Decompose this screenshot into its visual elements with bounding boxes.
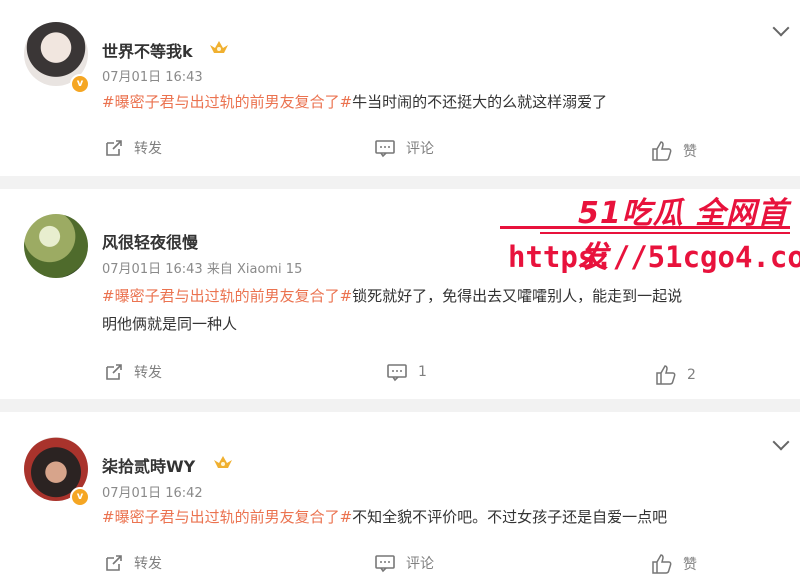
topic-link[interactable]: #曝密子君与出过轨的前男友复合了# bbox=[102, 93, 352, 111]
topic-link[interactable]: #曝密子君与出过轨的前男友复合了# bbox=[102, 508, 352, 526]
username[interactable]: 世界不等我k bbox=[102, 38, 193, 62]
comment-body: 锁死就好了，免得出去又嚯嚯别人，能走到一起说 bbox=[352, 287, 683, 305]
verified-badge-icon: v bbox=[70, 487, 90, 507]
post-source: 来自 Xiaomi 15 bbox=[206, 262, 303, 277]
post-timestamp: 07月01日 16:43 bbox=[102, 70, 203, 85]
like-label: 赞 bbox=[683, 557, 697, 573]
comment-label: 评论 bbox=[406, 556, 434, 572]
comment-text: #曝密子君与出过轨的前男友复合了#牛当时闹的不还挺大的么就这样溺爱了 bbox=[102, 88, 607, 116]
more-chevron-down-icon[interactable] bbox=[772, 19, 790, 37]
comment-body: 不知全貌不评价吧。不过女孩子还是自爱一点吧 bbox=[352, 508, 668, 526]
repost-icon bbox=[106, 555, 122, 571]
watermark-url: https://51cgo4.com bbox=[508, 240, 800, 274]
like-button[interactable]: 赞 bbox=[651, 140, 697, 162]
post-date: 07月01日 16:43 bbox=[102, 262, 203, 277]
like-label: 赞 bbox=[683, 144, 697, 160]
repost-button[interactable]: 转发 bbox=[104, 362, 162, 382]
watermark-underline bbox=[500, 226, 790, 229]
comment-icon bbox=[375, 140, 395, 158]
thumbs-up-icon bbox=[656, 365, 676, 385]
repost-button[interactable]: 转发 bbox=[104, 553, 162, 573]
comment-label: 评论 bbox=[406, 141, 434, 157]
like-button[interactable]: 赞 bbox=[651, 553, 697, 575]
comment-button[interactable]: 评论 bbox=[374, 138, 434, 158]
repost-label: 转发 bbox=[134, 556, 162, 572]
avatar[interactable] bbox=[24, 214, 88, 278]
thumbs-up-icon bbox=[652, 141, 672, 161]
like-button[interactable]: 2 bbox=[655, 364, 696, 386]
member-crown-icon bbox=[210, 41, 228, 53]
repost-icon bbox=[106, 364, 122, 380]
repost-icon bbox=[106, 140, 122, 156]
comment-button[interactable]: 1 bbox=[386, 362, 427, 382]
post-timestamp: 07月01日 16:43 来自 Xiaomi 15 bbox=[102, 258, 302, 277]
watermark-underline bbox=[540, 232, 790, 234]
like-count: 2 bbox=[687, 367, 696, 383]
comment-body: 牛当时闹的不还挺大的么就这样溺爱了 bbox=[352, 93, 608, 111]
comment-text: #曝密子君与出过轨的前男友复合了#不知全貌不评价吧。不过女孩子还是自爱一点吧 bbox=[102, 503, 667, 531]
post-timestamp: 07月01日 16:42 bbox=[102, 486, 203, 501]
username[interactable]: 柒拾贰時WY bbox=[102, 453, 195, 477]
member-crown-icon bbox=[214, 456, 232, 468]
comment-icon bbox=[387, 364, 407, 382]
username[interactable]: 风很轻夜很慢 bbox=[102, 229, 198, 253]
repost-label: 转发 bbox=[134, 141, 162, 157]
comment-icon bbox=[375, 555, 395, 573]
comment-card: v 世界不等我k 07月01日 16:43 #曝密子君与出过轨的前男友复合了#牛… bbox=[0, 0, 800, 176]
thumbs-up-icon bbox=[652, 554, 672, 574]
comment-count: 1 bbox=[418, 364, 427, 380]
card-separator bbox=[0, 399, 800, 412]
comment-button[interactable]: 评论 bbox=[374, 553, 434, 573]
topic-link[interactable]: #曝密子君与出过轨的前男友复合了# bbox=[102, 287, 352, 305]
repost-button[interactable]: 转发 bbox=[104, 138, 162, 158]
verified-badge-icon: v bbox=[70, 74, 90, 94]
comment-body-continued: 明他俩就是同一种人 bbox=[102, 315, 238, 333]
comment-text: #曝密子君与出过轨的前男友复合了#锁死就好了，免得出去又嚯嚯别人，能走到一起说 … bbox=[102, 282, 792, 338]
repost-label: 转发 bbox=[134, 365, 162, 381]
more-chevron-down-icon[interactable] bbox=[772, 433, 790, 451]
